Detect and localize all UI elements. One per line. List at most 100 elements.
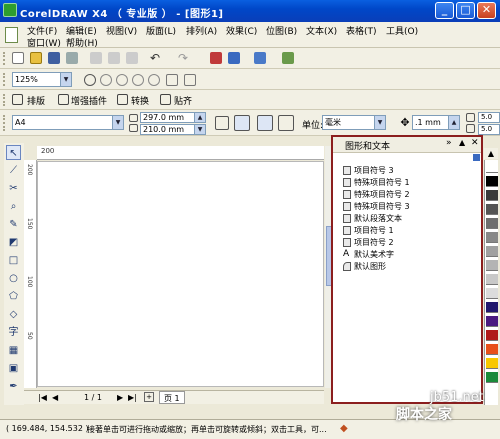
application-launcher-icon[interactable]: [254, 52, 266, 64]
new-icon[interactable]: [12, 52, 24, 64]
welcome-screen-icon[interactable]: [282, 52, 294, 64]
page-width-value: 297.0 mm: [143, 113, 185, 122]
maximize-button[interactable]: □: [456, 2, 475, 19]
color-swatch[interactable]: [486, 344, 498, 355]
color-swatch[interactable]: [486, 316, 498, 327]
expand-icon[interactable]: »: [446, 138, 452, 148]
menu-table[interactable]: 表格(T): [346, 24, 377, 37]
cut-icon[interactable]: [90, 52, 102, 64]
title-bar: CorelDRAW X4 （ 专业版 ） - [图形1] _ □ ✕: [0, 0, 500, 22]
pick-tool-icon[interactable]: ↖: [6, 145, 21, 160]
next-page-icon[interactable]: ▶: [117, 393, 123, 402]
color-swatch[interactable]: [486, 260, 498, 271]
duplicate-v-field[interactable]: 5.0: [478, 124, 500, 135]
units-select[interactable]: 毫米 ▼: [322, 115, 386, 130]
last-page-icon[interactable]: ▶|: [128, 393, 137, 402]
fill-indicator-icon[interactable]: ◆: [340, 423, 353, 436]
menu-bitmaps[interactable]: 位图(B): [266, 24, 297, 37]
menu-effects[interactable]: 效果(C): [226, 24, 257, 37]
polygon-tool-icon[interactable]: ⬠: [6, 289, 21, 304]
tab-page-1[interactable]: 页 1: [159, 391, 185, 404]
color-swatch[interactable]: [486, 190, 498, 201]
color-swatch[interactable]: [486, 162, 498, 173]
color-swatch[interactable]: [486, 372, 498, 383]
enhance-plugins-button[interactable]: 增强插件: [71, 94, 107, 107]
zoom-tool-icon[interactable]: ⌕: [6, 199, 21, 214]
color-swatch[interactable]: [486, 330, 498, 341]
chevron-down-icon: ▼: [60, 73, 71, 86]
zoom-page-icon[interactable]: [148, 74, 160, 86]
menu-text[interactable]: 文本(X): [306, 24, 337, 37]
snap-button[interactable]: 贴齐: [174, 94, 192, 107]
rectangle-tool-icon[interactable]: □: [6, 253, 21, 268]
duplicate-h-field[interactable]: 5.0: [478, 112, 500, 123]
zoom-height-icon[interactable]: [184, 74, 196, 86]
color-swatch[interactable]: [486, 274, 498, 285]
minimize-button[interactable]: _: [435, 2, 454, 19]
color-swatch[interactable]: [486, 204, 498, 215]
menu-bar: 文件(F) 编辑(E) 视图(V) 版面(L) 排列(A) 效果(C) 位图(B…: [0, 22, 500, 49]
menu-arrange[interactable]: 排列(A): [186, 24, 217, 37]
landscape-icon[interactable]: [234, 115, 250, 131]
item-label: 特殊项目符号 1: [354, 178, 410, 187]
undo-icon[interactable]: ↶: [150, 52, 162, 64]
nudge-field[interactable]: .1 mm ▲: [412, 115, 460, 130]
eyedropper-tool-icon[interactable]: ✒: [6, 379, 21, 394]
menu-layout[interactable]: 版面(L): [146, 24, 176, 37]
page-width-field[interactable]: 297.0 mm ▲: [140, 112, 206, 123]
crop-tool-icon[interactable]: ✂: [6, 181, 21, 196]
collapse-icon[interactable]: ▲: [459, 138, 465, 147]
layout-button[interactable]: 排版: [27, 94, 45, 107]
zoom-out-icon[interactable]: [100, 74, 112, 86]
nudge-value: .1 mm: [415, 118, 441, 127]
paragraph-style-icon: [343, 202, 351, 211]
first-page-icon[interactable]: |◀: [38, 393, 47, 402]
smart-fill-tool-icon[interactable]: ◩: [6, 235, 21, 250]
docker-header: 图形和文本 » ▲ ✕: [333, 137, 481, 153]
freehand-tool-icon[interactable]: ✎: [6, 217, 21, 232]
text-tool-icon[interactable]: 字: [6, 325, 21, 340]
zoom-width-icon[interactable]: [166, 74, 178, 86]
add-page-icon[interactable]: +: [144, 392, 154, 402]
page-size-value: A4: [15, 118, 26, 127]
redo-icon[interactable]: ↷: [178, 52, 190, 64]
current-page-icon[interactable]: [278, 115, 294, 131]
width-icon: [129, 114, 138, 122]
open-icon[interactable]: [30, 52, 42, 64]
previous-page-icon[interactable]: ◀: [52, 393, 58, 402]
close-docker-icon[interactable]: ✕: [471, 138, 479, 148]
color-swatch[interactable]: [486, 176, 498, 187]
zoom-all-icon[interactable]: [132, 74, 144, 86]
zoom-selected-icon[interactable]: [116, 74, 128, 86]
ellipse-tool-icon[interactable]: ○: [6, 271, 21, 286]
copy-icon[interactable]: [108, 52, 120, 64]
print-icon[interactable]: [66, 52, 78, 64]
zoom-level-select[interactable]: 125% ▼: [12, 72, 72, 87]
page-height-field[interactable]: 210.0 mm ▼: [140, 124, 206, 135]
color-swatch[interactable]: [486, 232, 498, 243]
shape-tool-icon[interactable]: ⟋: [6, 163, 21, 178]
menu-view[interactable]: 视图(V): [106, 24, 137, 37]
all-pages-icon[interactable]: [257, 115, 273, 131]
color-swatch[interactable]: [486, 246, 498, 257]
page-size-select[interactable]: A4 ▼: [12, 115, 124, 130]
save-icon[interactable]: [48, 52, 60, 64]
drawing-canvas[interactable]: [37, 161, 324, 387]
paste-icon[interactable]: [126, 52, 138, 64]
menu-tools[interactable]: 工具(O): [386, 24, 418, 37]
import-icon[interactable]: [210, 52, 222, 64]
interactive-blend-tool-icon[interactable]: ▣: [6, 361, 21, 376]
close-button[interactable]: ✕: [477, 2, 496, 19]
convert-button[interactable]: 转换: [131, 94, 149, 107]
palette-scroll-up-icon[interactable]: ▲: [484, 148, 498, 159]
color-swatch[interactable]: [486, 302, 498, 313]
color-swatch[interactable]: [486, 288, 498, 299]
portrait-icon[interactable]: [215, 116, 229, 130]
color-swatch[interactable]: [486, 218, 498, 229]
docker-menu-icon[interactable]: [473, 154, 480, 161]
table-tool-icon[interactable]: ▦: [6, 343, 21, 358]
basic-shapes-tool-icon[interactable]: ◇: [6, 307, 21, 322]
zoom-in-icon[interactable]: [84, 74, 96, 86]
export-icon[interactable]: [228, 52, 240, 64]
color-swatch[interactable]: [486, 358, 498, 369]
